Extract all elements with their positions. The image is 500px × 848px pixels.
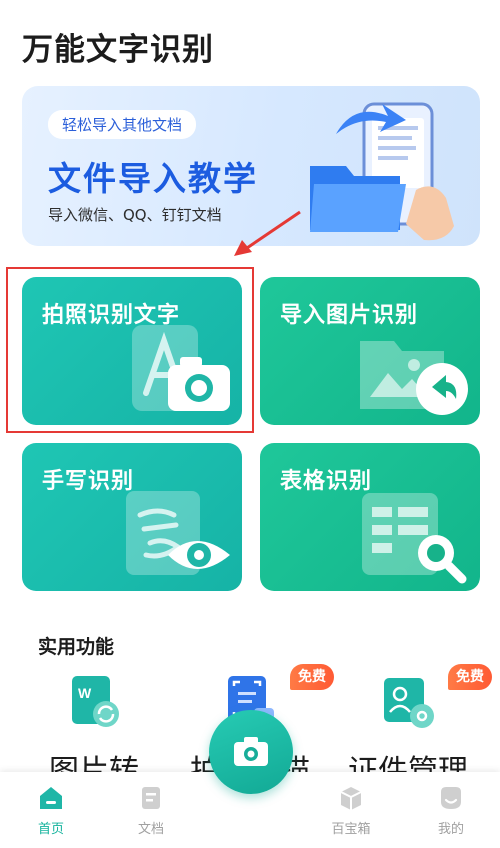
annotation-arrow [234, 210, 301, 256]
word-convert-icon: W [72, 676, 119, 727]
svg-text:W: W [78, 685, 92, 701]
nav-label: 我的 [437, 822, 464, 837]
annotation-highlight-box [6, 267, 254, 433]
section-title: 实用功能 [38, 636, 115, 658]
import-image-recognition-card[interactable]: 导入图片识别 [260, 277, 480, 425]
profile-icon [441, 787, 461, 809]
free-badge: 免费 [448, 664, 492, 690]
phone-folder-import-icon [310, 102, 454, 241]
nav-label: 首页 [37, 822, 64, 837]
nav-label: 百宝箱 [331, 822, 371, 837]
camera-capture-button[interactable] [209, 710, 293, 794]
banner-title: 文件导入教学 [48, 159, 258, 198]
page-title: 万能文字识别 [22, 32, 214, 68]
nav-tab-documents[interactable]: 文档 [116, 784, 186, 837]
table-recognition-card[interactable]: 表格识别 [260, 443, 480, 591]
free-badge: 免费 [290, 664, 334, 690]
image-to-word-tool[interactable]: W 图片转 [24, 672, 164, 789]
handwriting-recognition-card[interactable]: 手写识别 [22, 443, 242, 591]
nav-label: 文档 [137, 822, 164, 837]
folder-import-icon [360, 341, 468, 415]
id-card-icon [384, 678, 434, 728]
table-search-icon [362, 493, 467, 584]
camera-icon [234, 737, 268, 766]
nav-tab-toolbox[interactable]: 百宝箱 [316, 784, 386, 837]
nav-tab-home[interactable]: 首页 [16, 784, 86, 837]
banner-subtitle: 导入微信、QQ、钉钉文档 [48, 206, 222, 224]
home-icon [40, 787, 62, 809]
handwriting-eye-icon [126, 491, 230, 575]
document-icon [142, 787, 160, 809]
treasure-box-icon [340, 787, 362, 810]
banner-tag: 轻松导入其他文档 [48, 110, 197, 139]
nav-tab-profile[interactable]: 我的 [416, 784, 486, 837]
